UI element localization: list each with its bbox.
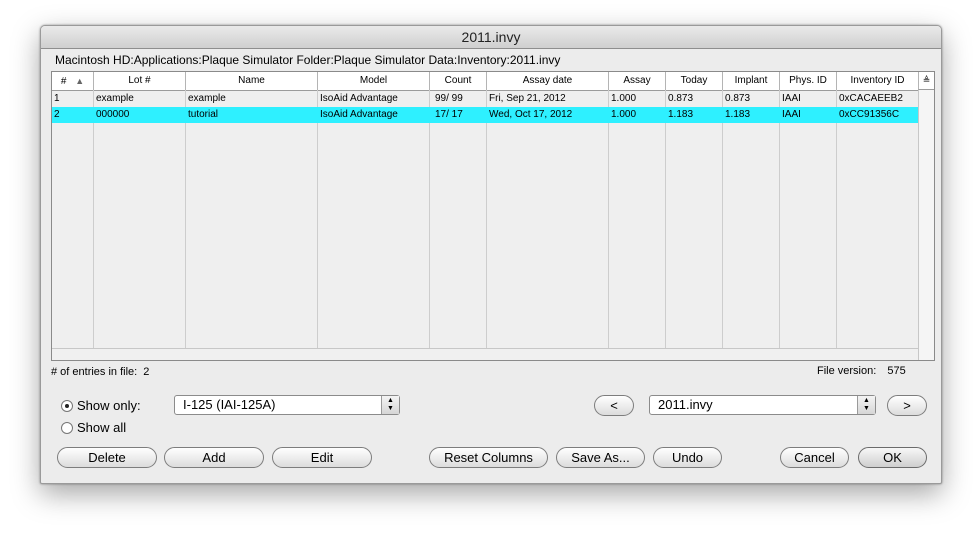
add-button[interactable]: Add <box>164 447 264 468</box>
column-header-today[interactable]: Today <box>666 72 723 90</box>
ok-button[interactable]: OK <box>858 447 927 468</box>
sort-ascending-icon: ▲ <box>75 76 85 86</box>
popup-arrows-icon: ▲ ▼ <box>857 396 875 414</box>
horizontal-scrollbar[interactable] <box>52 348 918 360</box>
column-header-model[interactable]: Model <box>318 72 430 90</box>
edit-button[interactable]: Edit <box>272 447 372 468</box>
isotope-select[interactable]: I-125 (IAI-125A) ▲ ▼ <box>174 395 400 415</box>
delete-button[interactable]: Delete <box>57 447 157 468</box>
column-options-icon[interactable]: ≜ <box>918 72 934 90</box>
save-as-button[interactable]: Save As... <box>556 447 645 468</box>
column-header-lot[interactable]: Lot # <box>94 72 186 90</box>
file-version: File version: 575 <box>817 365 906 377</box>
cell-name: example <box>188 93 226 104</box>
column-header-count[interactable]: Count <box>430 72 487 90</box>
column-header-implant[interactable]: Implant <box>723 72 780 90</box>
cell-phys-id: IAAI <box>782 93 801 104</box>
undo-button[interactable]: Undo <box>653 447 722 468</box>
cell-assay-date: Wed, Oct 17, 2012 <box>489 109 573 120</box>
inventory-table[interactable]: # ▲ Lot # Name Model Count Assay date As… <box>51 71 935 361</box>
cell-implant: 0.873 <box>725 93 751 104</box>
cell-phys-id: IAAI <box>782 109 801 120</box>
cell-assay: 1.000 <box>611 109 637 120</box>
column-header-name[interactable]: Name <box>186 72 318 90</box>
entries-count: # of entries in file: 2 <box>51 366 150 378</box>
file-select[interactable]: 2011.invy ▲ ▼ <box>649 395 876 415</box>
popup-arrows-icon: ▲ ▼ <box>381 396 399 414</box>
cancel-button[interactable]: Cancel <box>780 447 849 468</box>
column-divider <box>608 90 609 348</box>
previous-file-button[interactable]: < <box>594 395 634 416</box>
cell-count: 17/ 17 <box>435 109 463 120</box>
cell-lot: 000000 <box>96 109 130 120</box>
column-divider <box>486 90 487 348</box>
show-all-radio[interactable]: Show all <box>61 420 126 435</box>
radio-selected-icon <box>61 399 73 412</box>
cell-number: 2 <box>54 109 60 120</box>
table-row-selected[interactable]: 2 000000 tutorial IsoAid Advantage 17/ 1… <box>52 107 918 123</box>
column-header-assay-date[interactable]: Assay date <box>487 72 609 90</box>
cell-lot: example <box>96 93 134 104</box>
cell-assay-date: Fri, Sep 21, 2012 <box>489 93 566 104</box>
column-divider <box>429 90 430 348</box>
table-header: # ▲ Lot # Name Model Count Assay date As… <box>52 72 918 91</box>
column-header-number[interactable]: # ▲ <box>52 72 94 90</box>
cell-inventory-id: 0xCC91356C <box>839 109 900 120</box>
column-divider <box>185 90 186 348</box>
cell-number: 1 <box>54 93 60 104</box>
vertical-scrollbar[interactable] <box>918 90 934 360</box>
file-path: Macintosh HD:Applications:Plaque Simulat… <box>55 53 561 67</box>
show-only-radio[interactable]: Show only: <box>61 398 141 413</box>
cell-model: IsoAid Advantage <box>320 109 398 120</box>
reset-columns-button[interactable]: Reset Columns <box>429 447 548 468</box>
cell-assay: 1.000 <box>611 93 637 104</box>
cell-today: 0.873 <box>668 93 694 104</box>
cell-implant: 1.183 <box>725 109 751 120</box>
cell-name: tutorial <box>188 109 219 120</box>
column-divider <box>722 90 723 348</box>
column-header-inventory-id[interactable]: Inventory ID <box>837 72 918 90</box>
cell-count: 99/ 99 <box>435 93 463 104</box>
radio-unselected-icon <box>61 421 73 434</box>
column-divider <box>779 90 780 348</box>
column-divider <box>93 90 94 348</box>
table-row[interactable]: 1 example example IsoAid Advantage 99/ 9… <box>52 91 918 107</box>
inventory-window: 2011.invy Macintosh HD:Applications:Plaq… <box>40 25 942 484</box>
column-divider <box>665 90 666 348</box>
column-divider <box>836 90 837 348</box>
cell-today: 1.183 <box>668 109 694 120</box>
column-divider <box>317 90 318 348</box>
next-file-button[interactable]: > <box>887 395 927 416</box>
cell-model: IsoAid Advantage <box>320 93 398 104</box>
window-title: 2011.invy <box>41 26 941 49</box>
cell-inventory-id: 0xCACAEEB2 <box>839 93 903 104</box>
column-header-phys-id[interactable]: Phys. ID <box>780 72 837 90</box>
column-header-assay[interactable]: Assay <box>609 72 666 90</box>
